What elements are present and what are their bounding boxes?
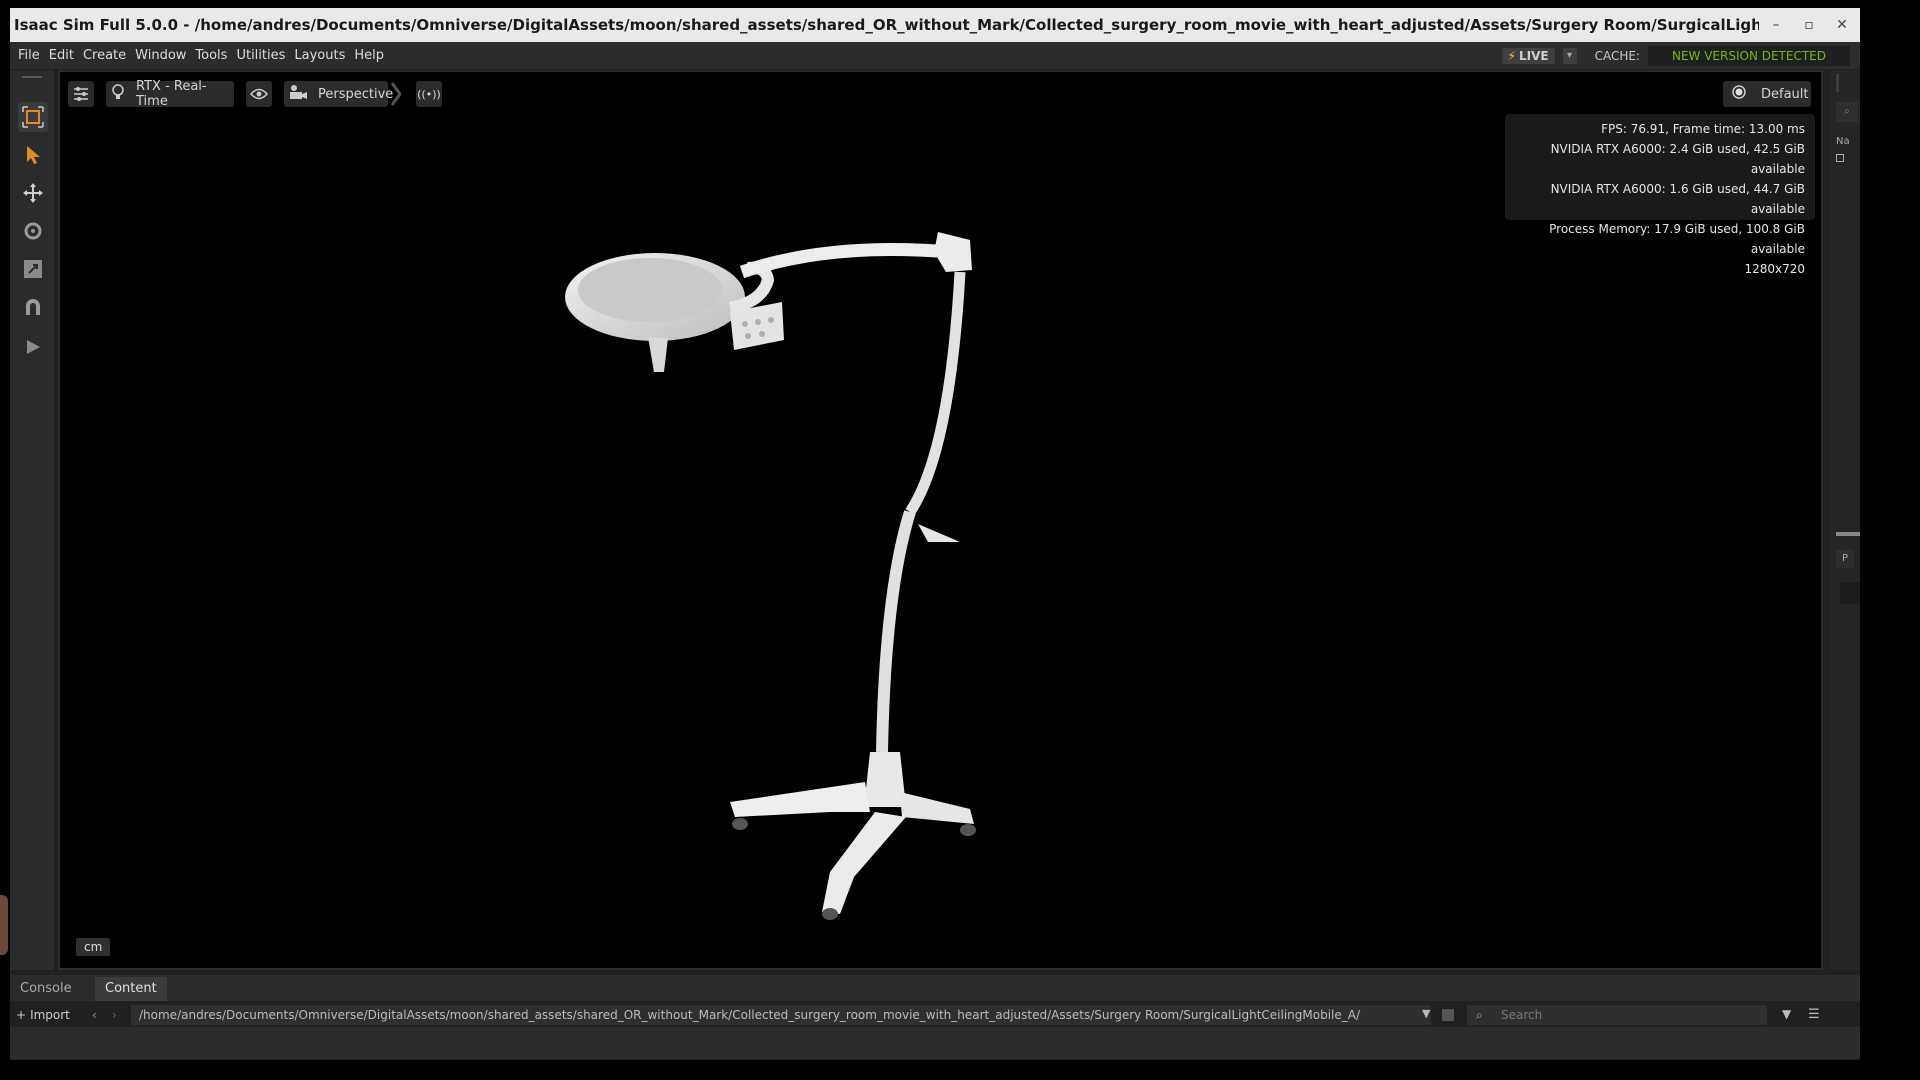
property-field[interactable] <box>1840 582 1860 604</box>
bottom-tabs: Console Content <box>10 975 1860 1001</box>
import-button[interactable]: + Import <box>16 1005 70 1025</box>
tab-console[interactable]: Console <box>10 977 82 1001</box>
maximize-button[interactable]: ▫ <box>1800 16 1818 34</box>
status-bar <box>10 1027 1860 1059</box>
renderer-button[interactable]: RTX - Real-Time <box>106 79 234 109</box>
camera-icon <box>288 84 308 104</box>
menu-utilities[interactable]: Utilities <box>236 48 285 63</box>
lightning-icon: ⚡ <box>1507 48 1516 63</box>
menu-window[interactable]: Window <box>135 48 186 63</box>
lighting-button[interactable]: Default <box>1723 81 1811 107</box>
content-path-field[interactable]: /home/andres/Documents/Omniverse/Digital… <box>131 1005 1431 1025</box>
broadcast-icon[interactable]: ((•)) <box>416 81 442 107</box>
camera-button[interactable]: Perspective <box>284 81 393 107</box>
minimize-button[interactable]: – <box>1767 16 1785 34</box>
surgical-light-model[interactable] <box>530 212 1150 932</box>
menu-edit[interactable]: Edit <box>49 48 74 63</box>
toolbar-grip <box>22 76 42 78</box>
forward-arrow-icon[interactable]: › <box>112 1005 128 1025</box>
sun-icon <box>1731 84 1747 104</box>
resolution-stat: 1280x720 <box>1744 262 1805 276</box>
menu-layouts[interactable]: Layouts <box>294 48 345 63</box>
menu-bar: File Edit Create Window Tools Utilities … <box>10 42 1860 69</box>
path-dropdown-chevron-icon[interactable]: ▼ <box>1422 1007 1430 1020</box>
search-icon[interactable]: ⌕ <box>1836 102 1858 122</box>
desktop-edge-shape <box>0 895 8 955</box>
move-icon[interactable] <box>18 178 48 208</box>
plus-icon: + <box>16 1008 27 1022</box>
window-title: Isaac Sim Full 5.0.0 - /home/andres/Docu… <box>14 16 1759 34</box>
close-button[interactable]: ✕ <box>1833 16 1851 34</box>
live-label: LIVE <box>1518 48 1549 63</box>
property-tab[interactable]: P <box>1836 550 1854 568</box>
import-label: Import <box>30 1008 70 1022</box>
play-icon[interactable] <box>18 332 48 362</box>
back-arrow-icon[interactable]: ‹ <box>92 1005 108 1025</box>
process-memory-stat: Process Memory: 17.9 GiB used, 100.8 GiB… <box>1549 222 1805 256</box>
renderer-label: RTX - Real-Time <box>136 79 207 109</box>
chevron-right-icon <box>390 81 402 107</box>
menu-icon[interactable]: ☰ <box>1808 1007 1820 1022</box>
menu-tools[interactable]: Tools <box>195 48 227 63</box>
gpu2-stat: NVIDIA RTX A6000: 1.6 GiB used, 44.7 GiB… <box>1550 182 1805 216</box>
fps-stat: FPS: 76.91, Frame time: 13.00 ms <box>1601 122 1805 136</box>
panel-grip <box>1836 74 1839 92</box>
tab-content[interactable]: Content <box>95 977 167 1001</box>
right-panel: ⌕ Na P <box>1830 70 1860 970</box>
collapse-icon[interactable] <box>1836 154 1844 162</box>
cache-status[interactable]: NEW VERSION DETECTED <box>1647 45 1850 66</box>
menu-create[interactable]: Create <box>83 48 126 63</box>
panel-splitter[interactable] <box>1836 532 1860 536</box>
snap-magnet-icon[interactable] <box>18 292 48 322</box>
visibility-eye-icon[interactable] <box>246 81 272 107</box>
search-icon: ⌕ <box>1476 1008 1483 1022</box>
filter-icon[interactable]: ▼ <box>1782 1007 1791 1021</box>
unit-label[interactable]: cm <box>76 938 111 956</box>
viewport[interactable]: RTX - Real-Time Perspective ((•)) Defaul… <box>58 70 1823 970</box>
scale-icon[interactable] <box>18 254 48 284</box>
stats-overlay: FPS: 76.91, Frame time: 13.00 ms NVIDIA … <box>1505 114 1815 276</box>
live-dropdown-chevron-icon[interactable]: ▾ <box>1562 47 1577 64</box>
bookmark-icon[interactable] <box>1442 1009 1454 1021</box>
select-mode-icon[interactable] <box>18 102 48 132</box>
gpu1-stat: NVIDIA RTX A6000: 2.4 GiB used, 42.5 GiB… <box>1550 142 1805 176</box>
select-arrow-icon[interactable] <box>18 140 48 170</box>
camera-label: Perspective <box>318 86 394 102</box>
menu-file[interactable]: File <box>18 48 40 63</box>
content-search-input[interactable]: Search <box>1467 1005 1767 1025</box>
cache-label: CACHE: <box>1594 48 1640 63</box>
rotate-icon[interactable] <box>18 216 48 246</box>
viewport-settings-icon[interactable] <box>68 81 94 107</box>
live-button[interactable]: ⚡ LIVE <box>1501 47 1555 64</box>
title-bar[interactable]: Isaac Sim Full 5.0.0 - /home/andres/Docu… <box>10 8 1860 42</box>
left-toolbar <box>10 70 54 970</box>
lighting-label: Default <box>1761 86 1809 102</box>
stage-column-header: Na <box>1836 136 1850 147</box>
content-browser-bar: + Import ‹ › /home/andres/Documents/Omni… <box>10 1001 1860 1027</box>
menu-help[interactable]: Help <box>354 48 384 63</box>
lightbulb-icon <box>112 84 124 104</box>
